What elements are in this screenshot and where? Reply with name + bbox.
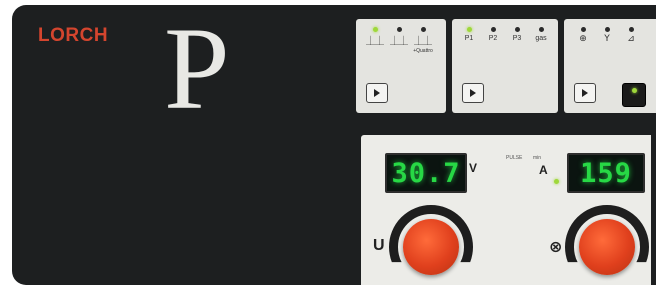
voltage-display: 30.7 xyxy=(385,153,467,193)
function-led-3 xyxy=(628,27,634,32)
torch-icon: ⊿ xyxy=(627,34,635,44)
program-indicator-1: P1 xyxy=(460,27,478,42)
program-label-3: P3 xyxy=(512,35,522,42)
voltage-knob-label: U xyxy=(373,237,385,254)
function-led-1 xyxy=(580,27,586,32)
mode-indicator-1: ⏊⏊ xyxy=(366,27,384,54)
control-panel: LORCH P ⏊⏊ ⏊⏊ ⏊⏊ +Quattro P1 P2 P3 gas ⊕… xyxy=(12,5,656,285)
gas-test-icon: ⊕ xyxy=(579,34,587,44)
function-toggle-led xyxy=(631,87,637,93)
mode-sublabel: +Quattro xyxy=(413,48,433,54)
program-indicator-2: P2 xyxy=(484,27,502,42)
mode-indicator-3: ⏊⏊ +Quattro xyxy=(413,27,433,54)
function-select-module: ⊕ Y ⊿ xyxy=(564,19,656,113)
mode-select-module: ⏊⏊ ⏊⏊ ⏊⏊ +Quattro xyxy=(356,19,446,113)
program-indicator-3: P3 xyxy=(508,27,526,42)
parameter-control-area: 30.7 V PULSE min A 159 U ⊗ xyxy=(361,135,651,285)
hold-led xyxy=(554,179,559,184)
mode-led-1 xyxy=(372,27,378,32)
current-unit: A xyxy=(539,163,548,177)
play-icon xyxy=(470,89,476,97)
program-label-1: P1 xyxy=(464,35,474,42)
program-select-button[interactable] xyxy=(462,83,484,103)
voltage-unit: V xyxy=(469,161,478,175)
program-led-2 xyxy=(490,27,496,32)
mode-letter: P xyxy=(164,5,230,134)
brand-logo: LORCH xyxy=(38,25,109,46)
play-icon xyxy=(374,89,380,97)
function-select-button[interactable] xyxy=(574,83,596,103)
function-indicator-2: Y xyxy=(598,27,616,44)
program-label-2: P2 xyxy=(488,35,498,42)
function-led-2 xyxy=(604,27,610,32)
wire-speed-icon: ⊗ xyxy=(549,237,563,256)
mode-select-button[interactable] xyxy=(366,83,388,103)
mode-led-3 xyxy=(420,27,426,32)
voltage-knob[interactable] xyxy=(403,219,459,275)
function-toggle-button[interactable] xyxy=(622,83,646,107)
current-display: 159 xyxy=(567,153,645,193)
min-label: min xyxy=(533,155,542,161)
wire-feed-icon: Y xyxy=(604,34,610,44)
program-led-4 xyxy=(538,27,544,32)
four-stroke-icon: ⏊⏊ xyxy=(390,37,409,47)
function-indicator-3: ⊿ xyxy=(622,27,640,44)
play-icon xyxy=(582,89,588,97)
four-stroke-special-icon: ⏊⏊ xyxy=(414,37,433,47)
wire-speed-knob[interactable] xyxy=(579,219,635,275)
function-indicator-1: ⊕ xyxy=(574,27,592,44)
two-stroke-icon: ⏊⏊ xyxy=(366,37,385,47)
pulse-label: PULSE xyxy=(506,155,523,161)
program-indicator-4: gas xyxy=(532,27,550,42)
program-select-module: P1 P2 P3 gas xyxy=(452,19,558,113)
program-label-4: gas xyxy=(535,35,547,42)
mode-indicator-2: ⏊⏊ xyxy=(390,27,408,54)
program-led-1 xyxy=(466,27,472,32)
program-led-3 xyxy=(514,27,520,32)
mode-led-2 xyxy=(396,27,402,32)
